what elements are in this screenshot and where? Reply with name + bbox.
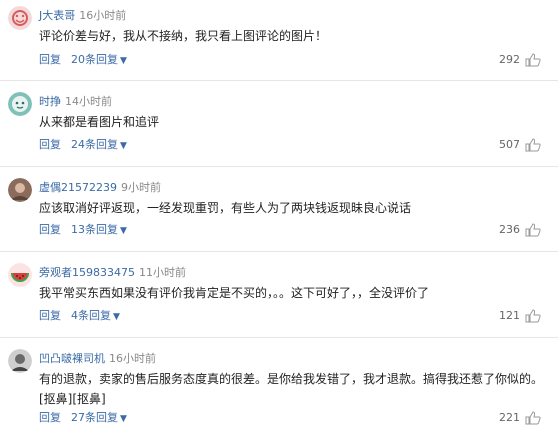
avatar[interactable]	[8, 92, 32, 116]
comment-header: J大表哥 16小时前	[39, 9, 126, 23]
like-count: 507	[499, 138, 520, 151]
reply-button[interactable]: 回复	[39, 309, 61, 322]
chevron-down-icon: ▼	[120, 141, 127, 151]
divider	[0, 337, 558, 338]
like-count: 221	[499, 411, 520, 424]
comment-header: 虚偶21572239 9小时前	[39, 181, 161, 195]
replies-toggle[interactable]: 27条回复 ▼	[71, 411, 127, 424]
replies-toggle[interactable]: 13条回复 ▼	[71, 223, 127, 236]
avatar[interactable]	[8, 263, 32, 287]
username[interactable]: 虚偶21572239	[39, 181, 117, 194]
comment-text: 评论价差与好，我从不接纳，我只看上图评论的图片！	[39, 29, 328, 43]
comment-header: 旁观者159833475 11小时前	[39, 266, 186, 280]
replies-count: 24条回复	[71, 138, 118, 151]
comment-actions: 回复 13条回复 ▼	[39, 223, 127, 238]
reply-button[interactable]: 回复	[39, 411, 61, 424]
avatar[interactable]	[8, 6, 32, 30]
replies-count: 27条回复	[71, 411, 118, 424]
avatar[interactable]	[8, 349, 32, 373]
reply-button[interactable]: 回复	[39, 53, 61, 66]
thumbs-up-icon[interactable]	[525, 308, 541, 323]
replies-count: 4条回复	[71, 309, 111, 322]
chevron-down-icon: ▼	[113, 312, 120, 322]
comment-text: 应该取消好评返现，一经发现重罚，有些人为了两块钱返现昧良心说话	[39, 201, 412, 215]
username[interactable]: 旁观者159833475	[39, 266, 135, 279]
comment-header: 凹凸啵裸司机 16小时前	[39, 352, 156, 366]
timestamp: 11小时前	[139, 266, 186, 279]
username[interactable]: 凹凸啵裸司机	[39, 352, 105, 365]
like-count: 121	[499, 309, 520, 322]
comment-actions: 回复 24条回复 ▼	[39, 138, 127, 153]
avatar[interactable]	[8, 178, 32, 202]
replies-count: 20条回复	[71, 53, 118, 66]
thumbs-up-icon[interactable]	[525, 52, 541, 67]
replies-toggle[interactable]: 4条回复 ▼	[71, 309, 120, 322]
comment-text: 从来都是看图片和追评	[39, 115, 160, 129]
reply-button[interactable]: 回复	[39, 138, 61, 151]
comment-actions: 回复 20条回复 ▼	[39, 53, 127, 68]
chevron-down-icon: ▼	[120, 414, 127, 424]
timestamp: 16小时前	[109, 352, 156, 365]
replies-toggle[interactable]: 20条回复 ▼	[71, 53, 127, 66]
timestamp: 14小时前	[65, 95, 112, 108]
comment-header: 时挣 14小时前	[39, 95, 112, 109]
thumbs-up-icon[interactable]	[525, 410, 541, 425]
timestamp: 16小时前	[79, 9, 127, 22]
like-count: 236	[499, 223, 520, 236]
comment-actions: 回复 4条回复 ▼	[39, 309, 120, 324]
chevron-down-icon: ▼	[120, 56, 127, 66]
replies-toggle[interactable]: 24条回复 ▼	[71, 138, 127, 151]
replies-count: 13条回复	[71, 223, 118, 236]
username[interactable]: 时挣	[39, 95, 61, 108]
thumbs-up-icon[interactable]	[525, 137, 541, 152]
divider	[0, 166, 558, 167]
comment-text: 有的退款，卖家的售后服务态度真的很差。是你给我发错了，我才退款。搞得我还惹了你似…	[39, 372, 544, 406]
chevron-down-icon: ▼	[120, 226, 127, 236]
comment-actions: 回复 27条回复 ▼	[39, 411, 127, 426]
timestamp: 9小时前	[121, 181, 161, 194]
reply-button[interactable]: 回复	[39, 223, 61, 236]
divider	[0, 251, 558, 252]
thumbs-up-icon[interactable]	[525, 222, 541, 237]
comment-text: 我平常买东西如果没有评价我肯定是不买的，。。这下可好了，，全没评价了	[39, 286, 430, 300]
username[interactable]: J大表哥	[39, 9, 75, 22]
like-count: 292	[499, 53, 520, 66]
divider	[0, 80, 558, 81]
